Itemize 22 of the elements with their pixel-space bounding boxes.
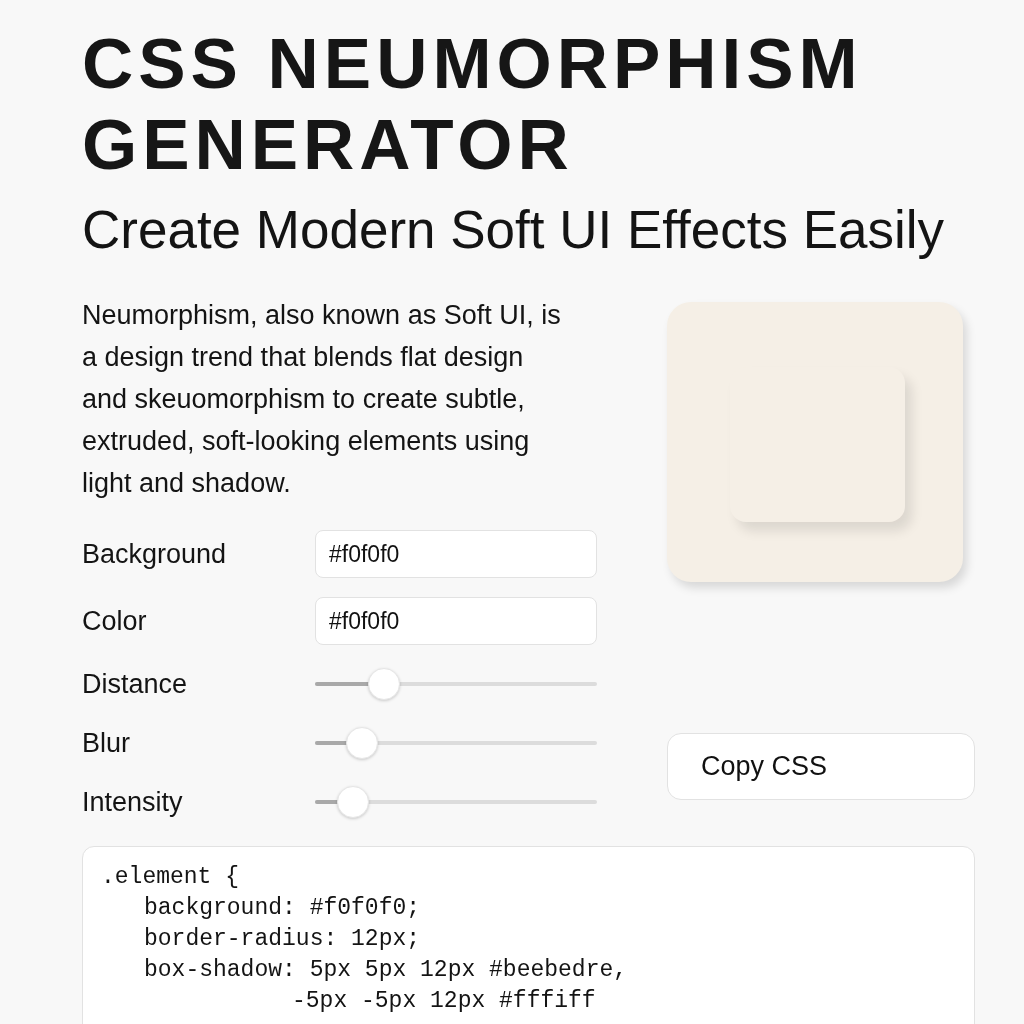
page-subtitle: Create Modern Soft UI Effects Easily bbox=[82, 200, 945, 260]
slider-track[interactable] bbox=[315, 668, 597, 700]
slider-thumb[interactable] bbox=[337, 786, 370, 818]
field-label: Distance bbox=[82, 668, 189, 701]
copy-css-button[interactable]: Copy CSS bbox=[667, 733, 975, 800]
code-line: background: #f0f0f0; bbox=[144, 895, 421, 921]
color-input-field[interactable]: #f0f0f0 bbox=[315, 530, 597, 578]
slider-track[interactable] bbox=[315, 727, 597, 759]
field-label: Color bbox=[82, 605, 148, 638]
slider-thumb[interactable] bbox=[368, 668, 401, 700]
field-label: Blur bbox=[82, 727, 131, 760]
field-label: Intensity bbox=[82, 786, 184, 819]
color-input-field[interactable]: #f0f0f0 bbox=[315, 597, 597, 645]
slider-track[interactable] bbox=[315, 786, 597, 818]
field-label: Background bbox=[82, 538, 228, 571]
code-line: .element { bbox=[101, 864, 240, 890]
slider-thumb[interactable] bbox=[346, 727, 379, 759]
code-line: border-radius: 12px; bbox=[144, 926, 421, 952]
description-text: Neumorphism, also known as Soft UI, is a design trend that blends flat design and skeuomorphism to create subtle, extruded, soft-looking elements using light and shadow. bbox=[82, 299, 562, 500]
code-line: -5px -5px 12px #fffiff bbox=[292, 988, 596, 1014]
code-line: box-shadow: 5px 5px 12px #beebedre, bbox=[144, 957, 628, 983]
page-title: CSS NEUMORPHISM GENERATOR bbox=[82, 23, 864, 185]
